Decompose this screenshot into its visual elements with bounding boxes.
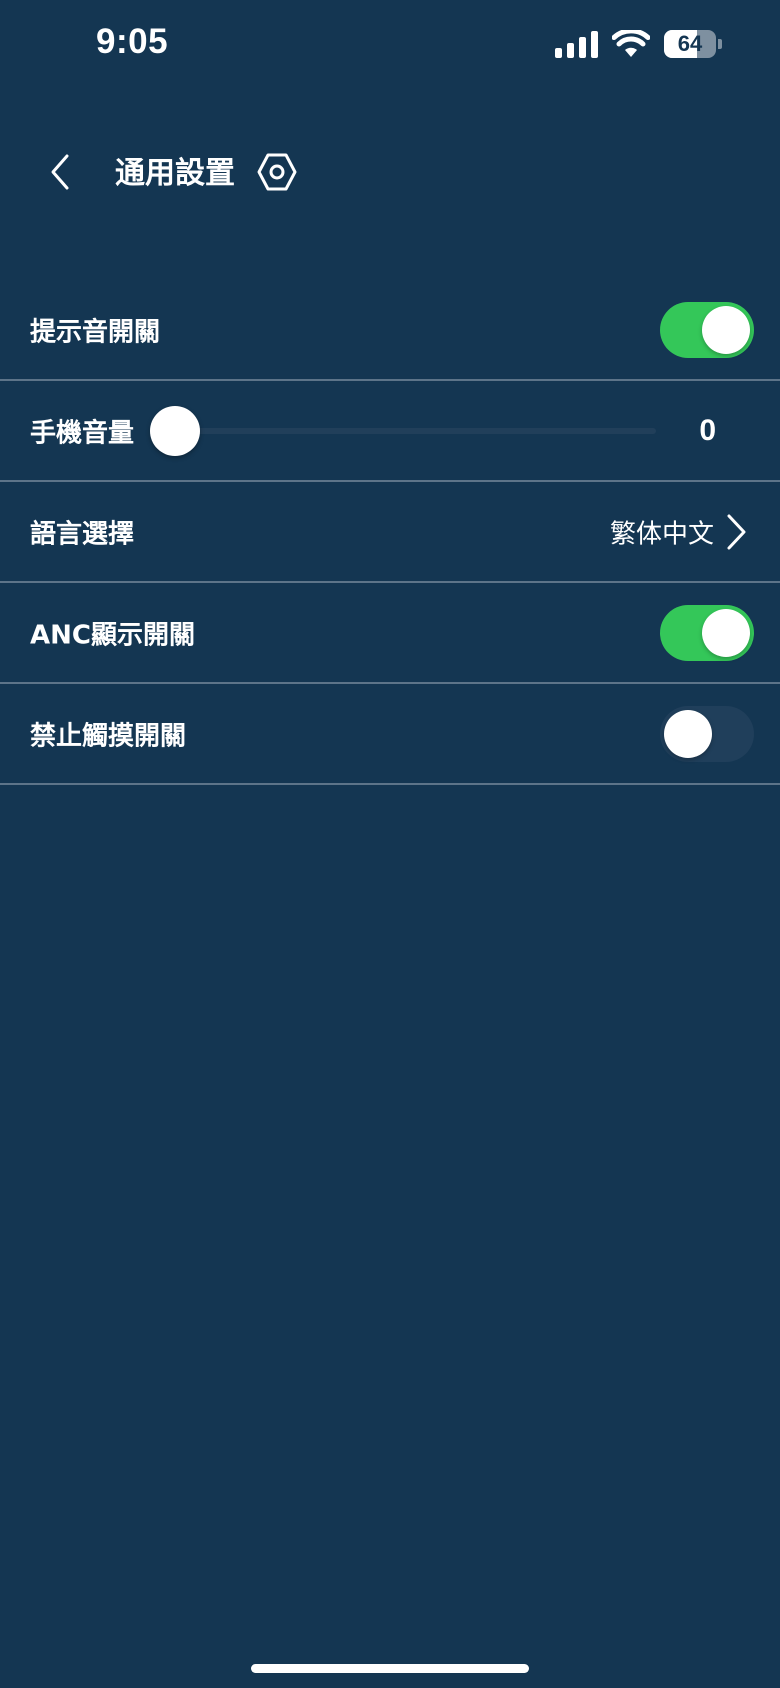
phone-volume-value: 0 — [699, 413, 716, 447]
battery-icon: 64 — [664, 30, 722, 58]
toggle-knob — [702, 608, 750, 657]
status-bar: 9:05 64 — [0, 0, 780, 96]
prompt-sound-row: 提示音開關 — [0, 280, 780, 381]
language-value: 繁体中文 — [609, 519, 714, 549]
prompt-sound-toggle[interactable] — [660, 301, 754, 358]
language-row[interactable]: 語言選擇 繁体中文 — [0, 482, 780, 583]
prompt-sound-label: 提示音開關 — [30, 317, 161, 347]
chevron-left-icon — [51, 154, 69, 190]
hex-gear-icon[interactable] — [255, 150, 299, 194]
toggle-knob — [664, 709, 712, 758]
anc-display-label: ANC顯示開關 — [30, 620, 195, 650]
wifi-icon — [612, 30, 650, 57]
language-label: 語言選擇 — [30, 519, 135, 549]
anc-display-toggle[interactable] — [660, 604, 754, 661]
disable-touch-label: 禁止觸摸開關 — [30, 721, 187, 751]
page-title: 通用設置 — [115, 156, 235, 191]
toggle-knob — [702, 305, 750, 354]
slider-thumb[interactable] — [150, 405, 200, 456]
signal-icon — [555, 30, 598, 58]
settings-list: 提示音開關 手機音量 0 語言選擇 繁体中文 ANC顯示開關 禁止觸摸開關 — [0, 280, 780, 785]
header: 通用設置 — [0, 130, 780, 214]
phone-volume-label: 手機音量 — [30, 418, 135, 448]
anc-display-row: ANC顯示開關 — [0, 583, 780, 684]
status-icons: 64 — [555, 30, 722, 58]
back-button[interactable] — [30, 142, 90, 202]
chevron-right-icon — [727, 514, 746, 549]
slider-track — [150, 427, 656, 434]
disable-touch-toggle[interactable] — [660, 705, 754, 762]
home-indicator[interactable] — [251, 1664, 529, 1673]
phone-volume-slider[interactable] — [150, 401, 656, 461]
battery-level: 64 — [677, 31, 703, 56]
phone-volume-row: 手機音量 0 — [0, 381, 780, 482]
disable-touch-row: 禁止觸摸開關 — [0, 684, 780, 785]
status-time: 9:05 — [96, 22, 169, 61]
